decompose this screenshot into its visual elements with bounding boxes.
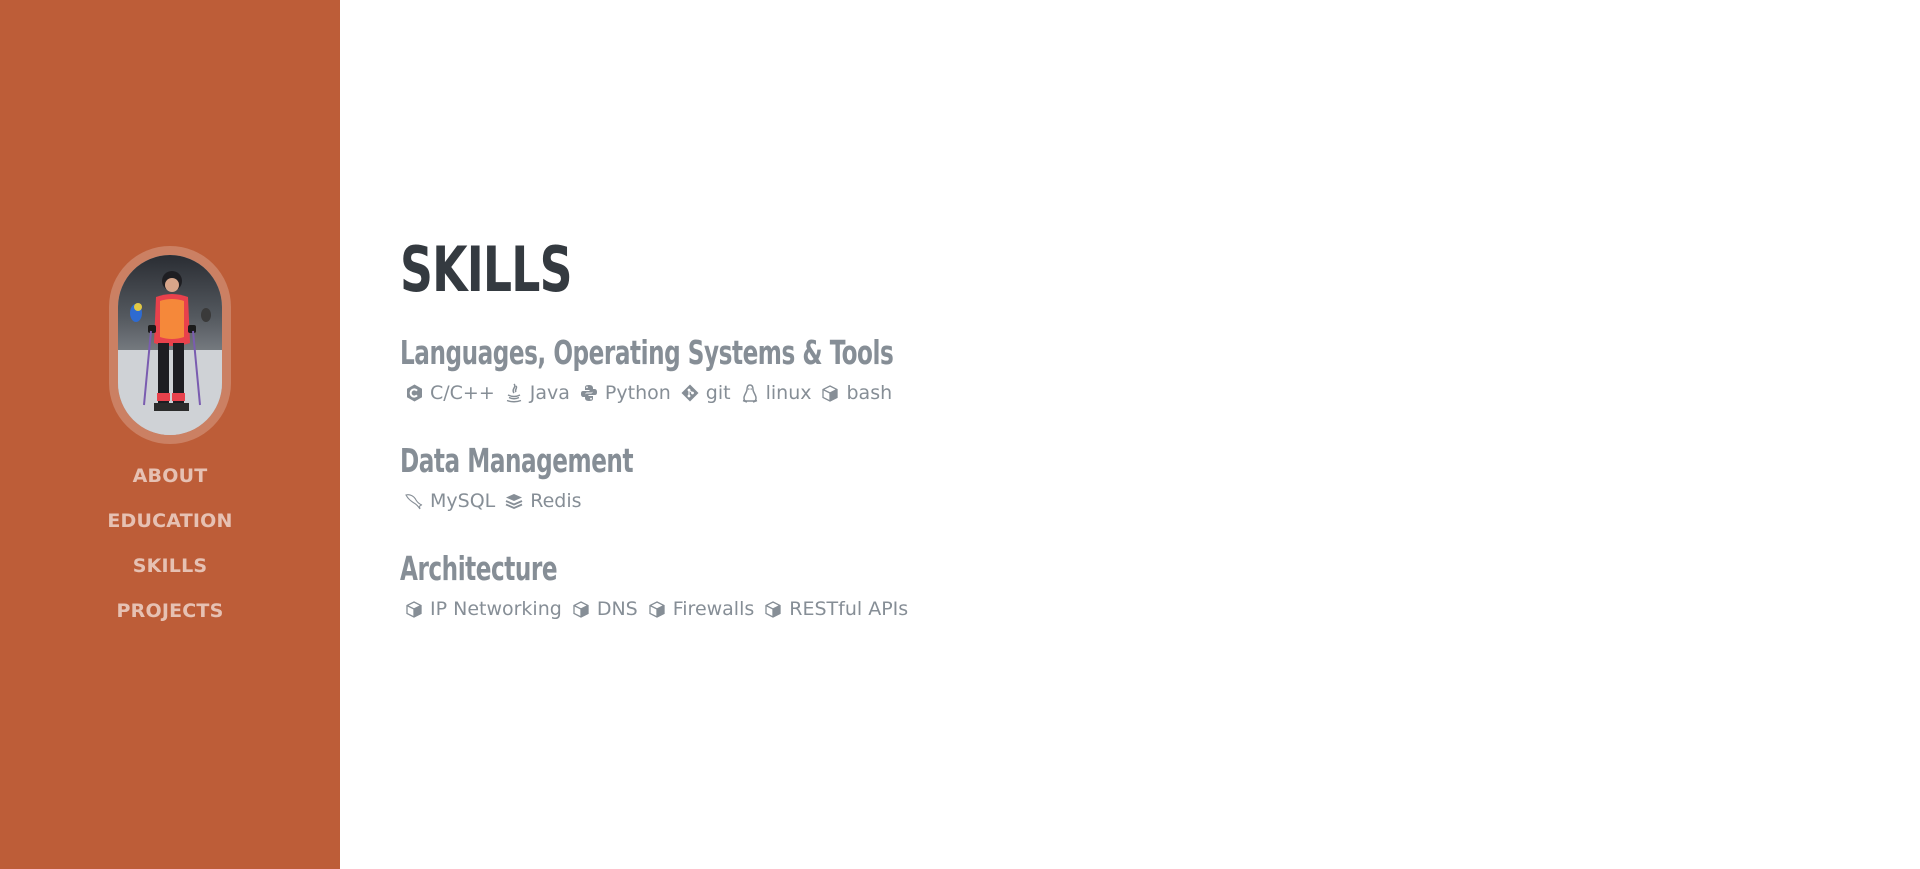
cube-icon [572,599,590,619]
git-icon [681,383,699,403]
skill-label: C/C++ [430,382,495,404]
skill-label: git [705,382,731,404]
avatar-frame [109,246,231,444]
skill-item: git [681,382,731,404]
skill-label: Python [604,382,671,404]
skill-item: Redis [505,490,582,512]
page-title: SKILLS [400,233,573,306]
mysql-icon [405,491,423,511]
main-content: SKILLS Languages, Operating Systems & To… [400,0,1860,869]
section-title: Languages, Operating Systems & Tools [400,333,894,372]
cube-icon [405,599,423,619]
section-title: Architecture [400,549,558,588]
skill-label: DNS [596,598,638,620]
cplusplus-icon [405,383,423,403]
nav-projects[interactable]: PROJECTS [117,600,224,622]
cube-icon [648,599,666,619]
linux-icon [741,383,759,403]
skill-label: bash [846,382,893,404]
skill-label: linux [765,382,812,404]
skill-item: Python [580,382,671,404]
skill-item: C/C++ [405,382,495,404]
skill-item: MySQL [405,490,495,512]
skill-label: Java [529,382,570,404]
java-icon [505,383,523,403]
skill-item: DNS [572,598,638,620]
sidebar: ABOUT EDUCATION SKILLS PROJECTS [0,0,340,869]
skill-item: IP Networking [405,598,562,620]
skill-item: linux [741,382,812,404]
skill-item: Firewalls [648,598,755,620]
cube-icon [821,383,839,403]
nav-about[interactable]: ABOUT [133,465,208,487]
skill-list: C/C++ Java Python git linux bash [400,379,1032,407]
python-icon [580,383,598,403]
skill-label: RESTful APIs [789,598,909,620]
nav-education[interactable]: EDUCATION [107,510,232,532]
avatar-photo [118,255,222,435]
skills-section-languages: Languages, Operating Systems & Tools C/C… [400,333,1032,407]
section-title: Data Management [400,441,634,480]
skill-item: Java [505,382,570,404]
skill-label: Redis [530,490,582,512]
nav-skills[interactable]: SKILLS [133,555,208,577]
cube-icon [764,599,782,619]
skill-label: MySQL [430,490,496,512]
skill-list: IP Networking DNS Firewalls RESTful APIs [400,595,918,623]
skills-section-data: Data Management MySQL Redis [400,441,699,515]
skill-list: MySQL Redis [400,487,699,515]
skill-item: RESTful APIs [764,598,908,620]
avatar [118,255,222,435]
layers-icon [505,491,523,511]
skills-section-architecture: Architecture IP Networking DNS Firewalls [400,549,918,623]
sidebar-nav: ABOUT EDUCATION SKILLS PROJECTS [0,463,340,643]
skill-label: IP Networking [430,598,562,620]
skill-item: bash [821,382,892,404]
skill-label: Firewalls [672,598,755,620]
